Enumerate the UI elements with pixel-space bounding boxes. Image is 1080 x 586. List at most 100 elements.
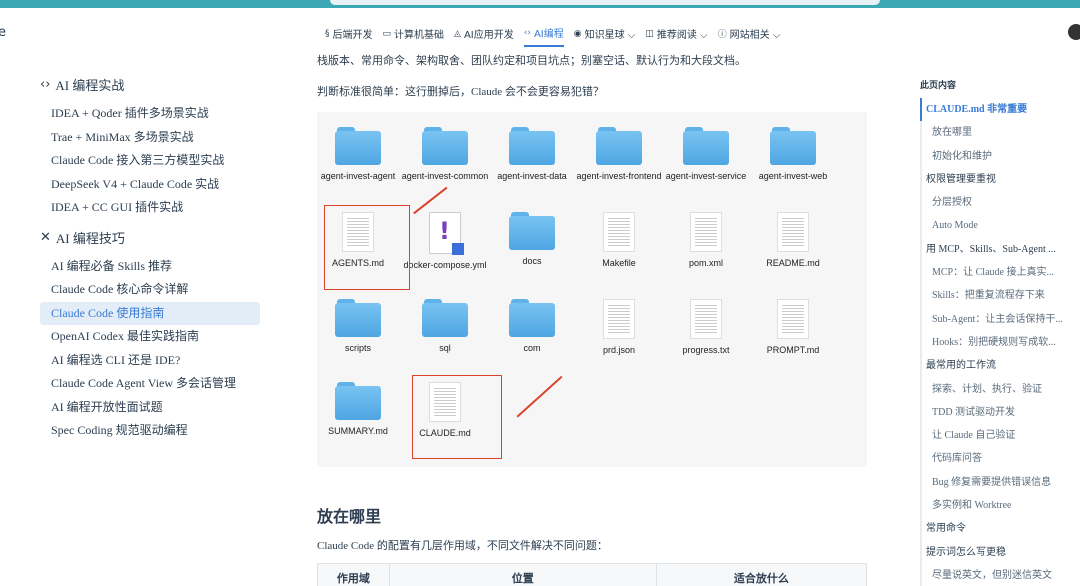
finder-file[interactable]: ! docker-compose.yml [401, 212, 489, 271]
nav-item[interactable]: ▭ 计算机基础 [383, 25, 445, 47]
folder-icon [509, 299, 555, 337]
toc-item[interactable]: 代码库问答 [922, 447, 1080, 470]
folder-icon [422, 127, 468, 165]
toc-item[interactable]: MCP：让 Claude 接上真实... [922, 261, 1080, 284]
sidebar-item[interactable]: AI 编程开放性面试题 [40, 396, 260, 420]
toc-item[interactable]: Sub-Agent：让主会话保持干... [922, 308, 1080, 331]
finder-file[interactable]: .play [836, 212, 867, 267]
nav-icon: ◫ [645, 28, 654, 39]
file-name: pom.xml [688, 258, 723, 268]
finder-file[interactable]: Makefile [575, 212, 663, 269]
toc-item[interactable]: 用 MCP、Skills、Sub-Agent ... [922, 238, 1080, 261]
sidebar-item[interactable]: IDEA + CC GUI 插件实战 [40, 196, 260, 220]
sidebar-item[interactable]: Spec Coding 规范驱动编程 [40, 419, 260, 443]
navbar: e § 后端开发 ▭ 计算机基础 ◬ AI应用开发 ‹› AI编程 ◉ 知识星球 ⌵ ◫ 推荐阅读 ⌵… [0, 18, 1080, 48]
toc-item[interactable]: CLAUDE.md 非常重要 [920, 98, 1080, 122]
folder-icon [335, 382, 381, 420]
toc-item[interactable]: Bug 修复需要提供错误信息 [922, 471, 1080, 494]
nav-icon: § [325, 28, 330, 39]
file-name: scripts [344, 343, 371, 353]
sidebar-item[interactable]: Claude Code 核心命令详解 [40, 278, 260, 302]
code-brackets-icon: ‹› [40, 77, 51, 92]
document-icon [777, 299, 809, 339]
toc-item[interactable]: Auto Mode [922, 214, 1080, 237]
nav-item-label: 后端开发 [332, 30, 373, 41]
document-icon [603, 299, 635, 339]
toc-item[interactable]: 常用命令 [922, 517, 1080, 540]
finder-file[interactable]: README.md [749, 212, 837, 269]
finder-file[interactable]: agent-invest-data [488, 127, 576, 182]
finder-file[interactable]: progress.txt [662, 299, 750, 356]
file-name: .play [836, 256, 867, 267]
sidebar-item[interactable]: AI 编程必备 Skills 推荐 [40, 255, 260, 279]
table-header-cell: 适合放什么 [733, 572, 789, 585]
toc-item[interactable]: 提示词怎么写更稳 [922, 541, 1080, 564]
sidebar-item[interactable]: Trae + MiniMax 多场景实战 [40, 126, 260, 150]
toc-item[interactable]: 最常用的工作流 [922, 354, 1080, 377]
sidebar-item[interactable]: Claude Code 使用指南 [40, 301, 260, 325]
sidebar-item[interactable]: DeepSeek V4 + Claude Code 实战 [40, 173, 260, 197]
toc-item[interactable]: 初始化和维护 [922, 145, 1080, 168]
finder-file[interactable]: agent-invest-common [401, 127, 489, 182]
finder-file[interactable]: com [488, 299, 576, 354]
nav-item-label: AI应用开发 [463, 30, 514, 41]
sidebar-item[interactable]: AI 编程选 CLI 还是 IDE? [40, 349, 260, 373]
file-name: Makefile [602, 258, 636, 268]
nav-item[interactable]: ⓘ 网站相关 ⌵ [718, 25, 781, 47]
sidebar-item[interactable]: IDEA + Qoder 插件多场景实战 [40, 102, 260, 126]
highlight-box-claude [412, 375, 502, 459]
file-name: com [523, 343, 541, 353]
finder-file[interactable]: SUMMARY.md [317, 382, 402, 437]
toc-title: 此页内容 [920, 81, 957, 91]
finder-file[interactable]: PROMPT.md [749, 299, 837, 356]
sidebar-item[interactable]: Claude Code 接入第三方模型实战 [40, 149, 260, 173]
table-header-cell: 位置 [390, 564, 657, 586]
toc-item[interactable]: 多实例和 Worktree [922, 494, 1080, 517]
file-name: sql [439, 343, 451, 353]
file-name: agent-invest-common [401, 171, 489, 181]
nav-item-label: 推荐阅读 ⌵ [656, 30, 708, 41]
section-paragraph: Claude Code 的配置有几层作用域，不同文件解决不同问题： [317, 540, 608, 552]
github-icon[interactable] [1068, 24, 1080, 40]
toc-item[interactable]: Hooks：别把硬规则写成软... [922, 331, 1080, 354]
nav-item[interactable]: ◫ 推荐阅读 ⌵ [645, 25, 707, 47]
finder-file[interactable]: prd.json [575, 299, 663, 356]
sidebar-group-ai-practice[interactable]: ‹› AI 编程实战 [40, 75, 260, 94]
finder-file[interactable]: agent-invest-frontend [575, 127, 663, 182]
finder-file[interactable]: sql [401, 299, 489, 354]
toc-item[interactable]: 分层授权 [922, 191, 1080, 214]
nav-item[interactable]: § 后端开发 [325, 25, 373, 47]
sidebar-item[interactable]: OpenAI Codex 最佳实践指南 [40, 325, 260, 349]
top-accent-bar [0, 0, 1080, 8]
finder-file[interactable]: pom.xml [662, 212, 750, 269]
finder-file[interactable]: agent-invest-service [662, 127, 750, 182]
toc-item[interactable]: 让 Claude 自己验证 [922, 424, 1080, 447]
sidebar-group-title: AI 编程实战 [55, 78, 125, 93]
toc-item[interactable]: 权限管理要重视 [922, 168, 1080, 191]
finder-file[interactable]: agent-invest-agent [317, 127, 402, 182]
file-name: docker-compose.yml [403, 260, 487, 270]
sidebar-item[interactable]: Claude Code Agent View 多会话管理 [40, 372, 260, 396]
nav-menu: § 后端开发 ▭ 计算机基础 ◬ AI应用开发 ‹› AI编程 ◉ 知识星球 ⌵ ◫ 推荐阅读 ⌵ ⓘ 网… [325, 25, 780, 47]
nav-icon: ◉ [573, 28, 582, 39]
nav-item[interactable]: ◉ 知识星球 ⌵ [574, 25, 636, 47]
table-header-cell: 作用域 [318, 564, 390, 586]
nav-icon: ▭ [382, 28, 392, 39]
document-icon [777, 212, 809, 252]
file-name: README.md [766, 258, 820, 268]
finder-file[interactable]: docs [488, 212, 576, 267]
toc-item[interactable]: TDD 测试驱动开发 [922, 401, 1080, 424]
file-name: progress.txt [682, 345, 730, 355]
folder-icon [335, 127, 381, 165]
finder-file[interactable]: scripts [317, 299, 402, 354]
toc-item[interactable]: 尽量说英文，但别迷信英文 [922, 564, 1080, 586]
file-name: agent-invest-frontend [576, 171, 662, 181]
toc-item[interactable]: 放在哪里 [922, 121, 1080, 144]
toc-item[interactable]: Skills：把重复流程存下来 [922, 284, 1080, 307]
nav-item[interactable]: ‹› AI编程 [523, 25, 564, 47]
sidebar-group-ai-tips[interactable]: ✕ AI 编程技巧 [40, 228, 260, 247]
site-brand[interactable]: e [0, 25, 6, 40]
finder-file[interactable]: agent-invest-web [749, 127, 837, 182]
toc-item[interactable]: 探索、计划、执行、验证 [922, 378, 1080, 401]
nav-item[interactable]: ◬ AI应用开发 [454, 25, 514, 47]
